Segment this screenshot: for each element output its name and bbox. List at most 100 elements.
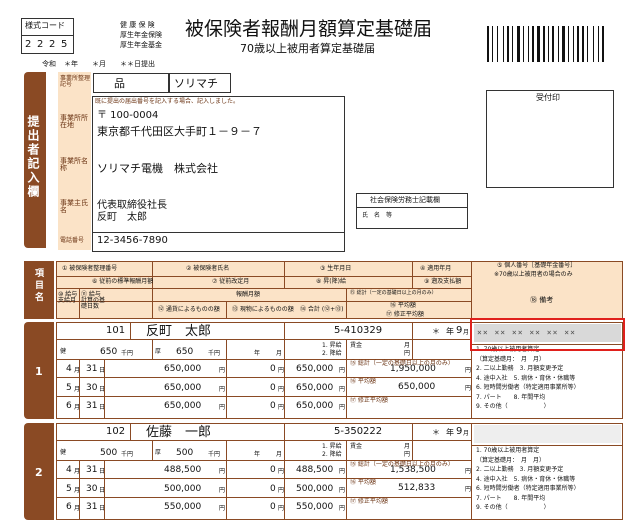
health-prev-value: 500 [100,448,118,458]
owner-name: 反町 太郎 [97,212,147,223]
total-amount: 650,000 [296,382,334,393]
grand-total-label: ⑮ 総計（一定の基礎日以上の月のみ） [350,461,454,468]
col-divider [130,322,131,339]
pay-month: 5 [66,483,72,494]
col-header-average: ⑯ 平均額 [390,302,416,309]
insured-number: 102 [106,426,126,437]
insured-name: 反町 太郎 [146,324,212,339]
receipt-stamp-label: 受付印 [536,93,560,102]
owner-title: 代表取締役社長 [97,200,167,211]
retro-month-unit: 月 [404,342,411,349]
col-header-mod-average: ⑰ 修正平均額 [386,311,424,318]
col-header-prev-standard: ⑥ 従前の標準報酬月額 [92,278,154,285]
pension-label: 厚 [155,449,162,456]
row-divider [56,396,471,397]
col-divider [226,339,227,419]
kind-amount: 0 [270,483,276,494]
columns-side-text: 項目名 [33,268,43,304]
base-days-unit: 日 [99,468,106,475]
remark-option: （算定基礎月： 月 月） [476,456,546,464]
insurance-type-pension: 厚生年金保険 [120,31,162,39]
col-divider [284,339,285,419]
col-divider [152,440,153,460]
col-header-my-number-note: ※70歳以上被用者の場合のみ [494,271,573,278]
average-unit: 円 [465,385,472,392]
barcode-bar [523,26,524,62]
office-code-field-1[interactable] [93,73,169,93]
remark-option: 4. 途中入社 5. 病休・育休・休職等 [476,475,576,483]
receipt-stamp-box [486,90,614,188]
owner-label: 事業主氏名 [60,199,88,214]
remark-option: 7. パート 8. 年間平均 [476,494,546,502]
retro-wage-label: 賃金 [350,342,363,349]
total-unit: 円 [339,385,346,393]
prev-revision-year: 年 [254,451,261,458]
mod-average-label: ⑰ 修正平均額 [350,498,388,505]
base-days: 30 [86,382,98,393]
average-amount: 650,000 [398,382,436,392]
barcode-bar [598,26,599,62]
cash-unit: 円 [219,385,226,393]
remark-option: 9. その他（ ） [476,504,550,511]
col-divider [284,322,285,339]
my-number-field[interactable] [474,425,621,443]
cash-unit: 円 [219,367,226,374]
date-era: 令和 [42,60,56,68]
barcode-bar [568,26,569,62]
barcode-bar [517,26,520,62]
phone-number: 12-3456-7890 [97,235,168,246]
pension-prev-value: 650 [176,347,194,357]
row-divider [56,478,471,479]
col-divider [346,339,347,419]
pay-month-unit: 月 [74,486,81,494]
pay-month: 6 [66,401,72,411]
office-name: ソリマチ電機 株式会社 [97,162,218,175]
cash-unit: 円 [219,468,226,475]
form-code-label: 様式コード [25,21,65,30]
apply-month: 9 [456,426,463,437]
apply-month-unit: 月 [463,430,470,437]
grand-total-unit: 円 [465,367,472,374]
remark-option: 6. 短時間労働者（特定適用事業所等） [476,384,580,391]
prev-revision-month: 月 [276,350,283,357]
prev-revision-year: 年 [254,350,261,357]
barcode-bar [602,26,604,62]
barcode-bar [587,26,588,62]
insurance-type-health: 健 康 保 険 [120,21,155,29]
row-divider [56,497,471,498]
pension-prev-value: 500 [176,448,194,458]
pay-month: 5 [66,382,72,393]
barcode-bar [562,26,565,62]
barcode-bar [487,26,489,62]
office-address: 東京都千代田区大手町１－９－７ [97,125,262,138]
cash-amount: 488,500 [164,465,202,475]
total-amount: 650,000 [296,401,334,411]
retro-unit: 円 [404,350,411,357]
cash-amount: 650,000 [164,401,202,411]
barcode-bar [503,26,504,62]
pay-month: 6 [66,502,72,512]
raise-option: 1. 昇給 [322,443,342,450]
pay-month-unit: 月 [74,385,81,393]
total-amount: 650,000 [296,364,334,374]
barcode-bar [512,26,513,62]
form-subtitle: 70歳以上被用者算定基礎届 [240,42,375,55]
remark-option: 1. 70歳以上被用者算定 [476,447,540,454]
total-amount: 550,000 [296,502,334,512]
total-unit: 円 [339,505,346,512]
form-code-digit: 2 [49,39,56,50]
total-unit: 円 [339,367,346,374]
form-code-digit: 5 [61,39,68,50]
col-divider [412,440,413,460]
col-divider [226,440,227,520]
remark-option: （算定基礎月： 月 月） [476,355,546,363]
row-divider [56,339,471,340]
base-days-unit: 日 [99,367,106,374]
barcode-bar [573,26,574,62]
form-code-digit: 2 [37,39,44,50]
kind-amount: 0 [270,364,276,374]
apply-year-unit: 年 [446,428,454,437]
base-days: 30 [86,483,98,494]
form-title: 被保険者報酬月額算定基礎届 [185,18,433,40]
address-note: 既に提出の届出番号を記入する場合、記入しました。 [95,98,240,105]
